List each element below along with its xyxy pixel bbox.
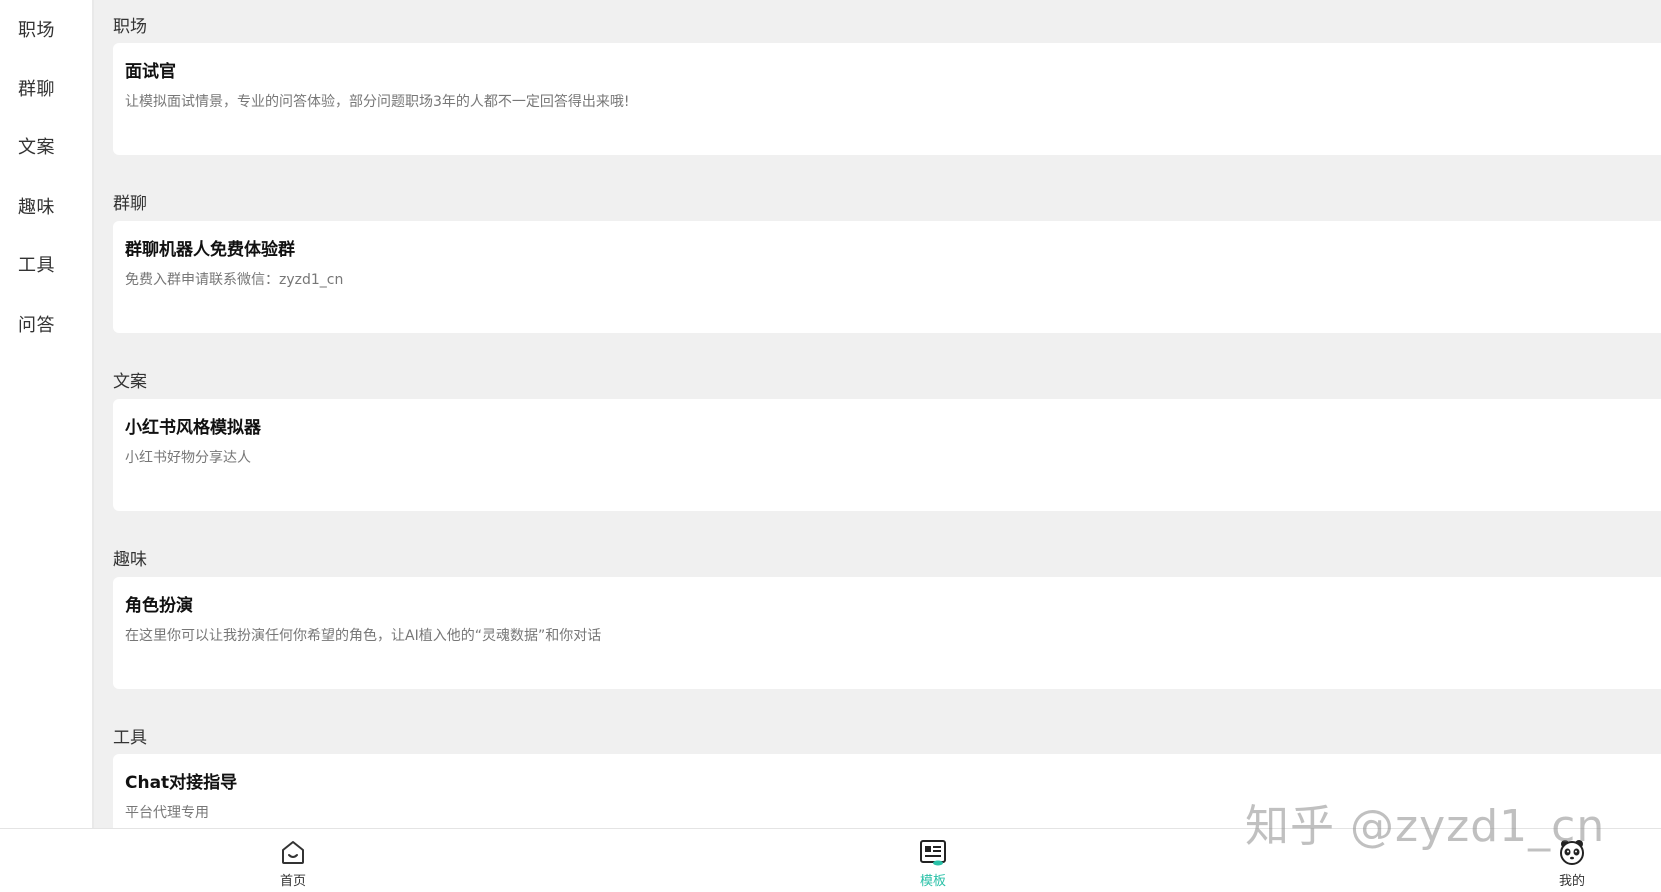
nav-label: 首页	[279, 874, 306, 889]
nav-profile[interactable]: 我的	[1532, 837, 1612, 889]
template-card-chat-integration[interactable]: Chat对接指导 平台代理专用	[113, 754, 1661, 828]
card-description: 让模拟面试情景，专业的问答体验，部分问题职场3年的人都不一定回答得出来哦!	[125, 94, 630, 110]
template-card-xiaohongshu[interactable]: 小红书风格模拟器 小红书好物分享达人	[113, 399, 1661, 511]
section-title-tools: 工具	[113, 728, 147, 748]
template-card-interviewer[interactable]: 面试官 让模拟面试情景，专业的问答体验，部分问题职场3年的人都不一定回答得出来哦…	[113, 43, 1661, 155]
nav-label: 模板	[919, 874, 946, 889]
template-card-group-bot[interactable]: 群聊机器人免费体验群 免费入群申请联系微信：zyzd1_cn	[113, 221, 1661, 333]
panda-avatar-icon	[1560, 840, 1584, 865]
card-description: 平台代理专用	[125, 805, 209, 821]
section-title-fun: 趣味	[113, 550, 147, 570]
sidebar-item-copywriting[interactable]: 文案	[18, 133, 55, 159]
card-description: 免费入群申请联系微信：zyzd1_cn	[125, 272, 344, 288]
section-title-group-chat: 群聊	[113, 194, 147, 214]
category-sidebar: 职场 群聊 文案 趣味 工具 问答	[0, 0, 94, 828]
nav-templates[interactable]: 模板	[893, 837, 973, 889]
sidebar-item-tools[interactable]: 工具	[18, 251, 55, 277]
template-list: 职场 面试官 让模拟面试情景，专业的问答体验，部分问题职场3年的人都不一定回答得…	[94, 0, 1661, 828]
sidebar-item-fun[interactable]: 趣味	[18, 193, 55, 219]
template-icon	[920, 840, 946, 866]
card-title: 小红书风格模拟器	[125, 418, 261, 438]
card-title: 角色扮演	[125, 596, 193, 616]
section-title-workplace: 职场	[113, 17, 147, 37]
sidebar-item-group-chat[interactable]: 群聊	[18, 75, 55, 101]
nav-home[interactable]: 首页	[253, 837, 333, 889]
bottom-navigation: 首页 模板 我的	[0, 828, 1661, 892]
card-title: 群聊机器人免费体验群	[125, 240, 295, 260]
nav-label: 我的	[1558, 874, 1585, 889]
card-description: 小红书好物分享达人	[125, 450, 251, 466]
section-title-copywriting: 文案	[113, 372, 147, 392]
home-icon	[282, 841, 304, 864]
template-card-role-play[interactable]: 角色扮演 在这里你可以让我扮演任何你希望的角色，让AI植入他的“灵魂数据”和你对…	[113, 577, 1661, 689]
card-title: 面试官	[125, 62, 176, 82]
sidebar-item-qa[interactable]: 问答	[18, 311, 55, 337]
sidebar-item-workplace[interactable]: 职场	[18, 16, 55, 42]
card-description: 在这里你可以让我扮演任何你希望的角色，让AI植入他的“灵魂数据”和你对话	[125, 628, 602, 644]
card-title: Chat对接指导	[125, 773, 238, 793]
